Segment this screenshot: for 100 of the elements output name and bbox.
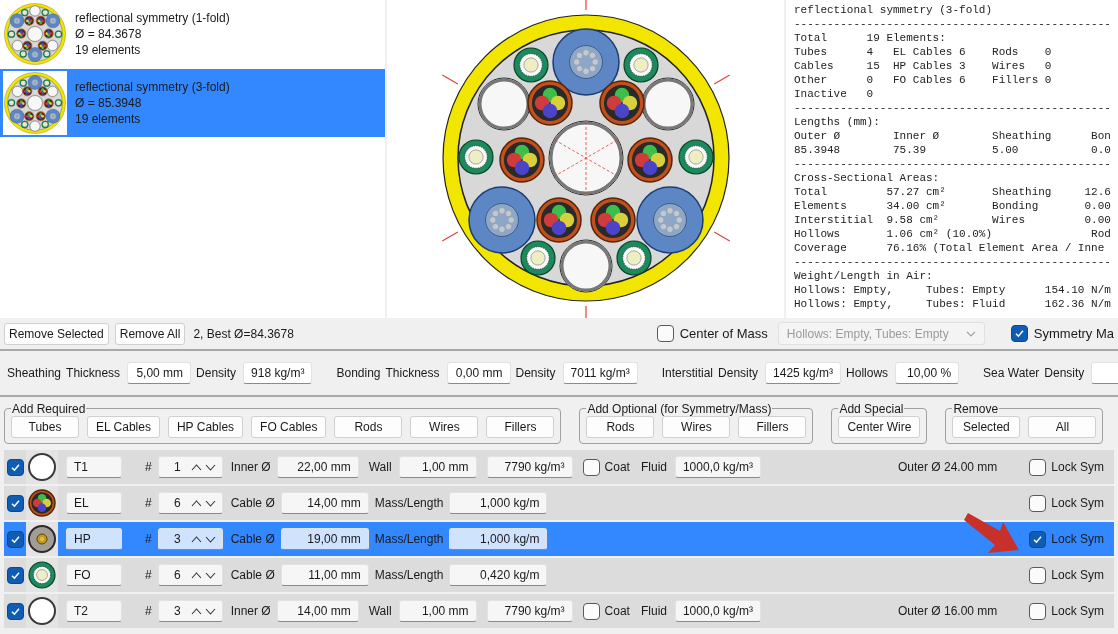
field-label: Mass/Length: [374, 567, 444, 584]
input-field[interactable]: 1425 kg/m³: [765, 362, 842, 384]
field-label: Hollows: [846, 365, 889, 382]
input-field[interactable]: FO: [66, 564, 122, 586]
spinner[interactable]: 3: [157, 600, 223, 622]
solution-element-count: 19 elements: [75, 42, 142, 58]
checkbox[interactable]: [1029, 530, 1047, 548]
field-label: #: [145, 531, 152, 548]
spinner[interactable]: 6: [157, 564, 223, 586]
button[interactable]: Tubes: [11, 415, 79, 438]
report-line: Total 19 Elements:: [794, 31, 947, 45]
input-field[interactable]: 1,00 mm: [398, 456, 477, 478]
button[interactable]: Fillers: [738, 415, 807, 438]
button[interactable]: Selected: [952, 415, 1021, 438]
field-label: Thickness: [66, 365, 121, 382]
input-field[interactable]: T2: [66, 600, 122, 622]
field-label: Mass/Length: [374, 531, 444, 548]
report-line: ------------------------------------------------: [794, 157, 1112, 171]
fiber-cable-icon: [28, 561, 56, 589]
checkbox-label: Center of Mass: [679, 324, 768, 343]
checkbox[interactable]: [6, 530, 24, 548]
button[interactable]: Wires: [410, 415, 479, 438]
field-label: Inner Ø: [230, 603, 271, 620]
status-text: 2, Best Ø=84.3678: [193, 325, 294, 343]
solution-title: reflectional symmetry (1-fold): [75, 10, 230, 26]
check-icon: [9, 533, 21, 545]
checkbox[interactable]: [656, 325, 674, 342]
field-label: Interstitial: [661, 365, 714, 382]
report-line: 85.3948 75.39 5.00 0.0: [794, 143, 1112, 157]
element-row[interactable]: FO # 6 Cable Ø 11,00 mm Mass/Length 0,420 kg/m Lock Sym: [4, 558, 1114, 592]
button[interactable]: Fillers: [486, 415, 555, 438]
outer-diameter-text: Outer Ø 16.00 mm: [897, 603, 998, 620]
spinner[interactable]: 6: [157, 492, 223, 514]
spinner[interactable]: 3: [157, 528, 223, 550]
input-field[interactable]: 1000,0 kg/m³: [675, 600, 761, 622]
input-field[interactable]: 14,00 mm: [280, 492, 369, 514]
report-line: Hollows: Empty, Tubes: Fluid 162.36 N/m: [794, 297, 1112, 311]
input-field[interactable]: 7790 kg/m³: [486, 600, 573, 622]
checkbox[interactable]: [6, 602, 24, 620]
check-icon: [9, 461, 21, 473]
field-label: #: [145, 603, 152, 620]
report-line: Cables 15 HP Cables 3 Wires 0: [794, 59, 1053, 73]
button[interactable]: FO Cables: [251, 415, 327, 438]
checkbox[interactable]: [1029, 494, 1047, 512]
button[interactable]: EL Cables: [87, 415, 160, 438]
checkbox[interactable]: [1010, 325, 1028, 342]
input-field[interactable]: 918 kg/m³: [243, 362, 313, 384]
checkbox[interactable]: [1029, 566, 1047, 584]
checkbox[interactable]: [1029, 602, 1047, 620]
input-field[interactable]: HP: [66, 528, 122, 550]
button[interactable]: Rods: [586, 415, 655, 438]
input-field[interactable]: 1,00 mm: [398, 600, 477, 622]
input-field[interactable]: 10,00 %: [895, 362, 960, 384]
list-item[interactable]: reflectional symmetry (3-fold) Ø = 85.3948 19 elements: [0, 69, 385, 137]
checkbox-label: Symmetry Ma: [1033, 324, 1114, 343]
spinner[interactable]: 1: [157, 456, 223, 478]
element-row[interactable]: T1 # 1 Inner Ø 22,00 mm Wall 1,00 mm 7790 kg/m³ Coat Fluid 1000,0 kg/m³ Outer Ø 24.00 mm Lock Sym: [4, 450, 1114, 484]
input-field[interactable]: 14,00 mm: [276, 600, 359, 622]
checkbox[interactable]: [6, 458, 24, 476]
button[interactable]: Remove Selected: [4, 322, 109, 345]
input-field[interactable]: T1: [66, 456, 122, 478]
solution-element-count: 19 elements: [75, 111, 142, 127]
input-field[interactable]: EL: [66, 492, 122, 514]
checkbox-label: Lock Sym: [1051, 603, 1104, 620]
tube-icon: [28, 597, 56, 625]
checkbox[interactable]: [582, 458, 600, 476]
button[interactable]: Center Wire: [838, 415, 921, 438]
element-row[interactable]: HP # 3 Cable Ø 19,00 mm Mass/Length 1,000 kg/m Lock Sym: [4, 522, 1114, 556]
button[interactable]: HP Cables: [167, 415, 244, 438]
input-field[interactable]: 0,420 kg/m: [449, 564, 548, 586]
solution-title: reflectional symmetry (3-fold): [75, 79, 230, 95]
input-field[interactable]: 5,00 mm: [127, 362, 192, 384]
solution-diameter: Ø = 85.3948: [75, 95, 143, 111]
checkbox[interactable]: [6, 494, 24, 512]
field-label: Fluid: [640, 459, 667, 476]
checkbox[interactable]: [582, 602, 600, 620]
checkbox[interactable]: [1029, 458, 1047, 476]
element-row[interactable]: EL # 6 Cable Ø 14,00 mm Mass/Length 1,000 kg/m Lock Sym: [4, 486, 1114, 520]
input-field[interactable]: 0,00 mm: [446, 362, 511, 384]
button[interactable]: Rods: [334, 415, 403, 438]
field-label: Density: [1044, 365, 1085, 382]
input-field[interactable]: 11,00 mm: [280, 564, 369, 586]
button[interactable]: Wires: [662, 415, 731, 438]
report-line: ------------------------------------------------: [794, 17, 1112, 31]
button[interactable]: Remove All: [114, 322, 186, 345]
input-field[interactable]: 1,000 kg/m: [449, 492, 548, 514]
input-field[interactable]: 7011 kg/m³: [562, 362, 638, 384]
input-field[interactable]: 1000,0 kg/m³: [675, 456, 761, 478]
input-field[interactable]: 7790 kg/m³: [486, 456, 573, 478]
input-field[interactable]: 1,000 kg/m: [449, 528, 548, 550]
report-line: Coverage 76.16% (Total Element Area / Inne: [794, 241, 1106, 255]
cable-icon: [28, 489, 56, 517]
checkbox[interactable]: [6, 566, 24, 584]
report-line: Elements 34.00 cm² Bonding 0.00: [794, 199, 1112, 213]
button[interactable]: All: [1028, 415, 1097, 438]
group-label: Add Required: [11, 401, 87, 416]
input-field[interactable]: 22,00 mm: [276, 456, 359, 478]
element-row[interactable]: T2 # 3 Inner Ø 14,00 mm Wall 1,00 mm 7790 kg/m³ Coat Fluid 1000,0 kg/m³ Outer Ø 16.00 mm Lock Sym: [4, 594, 1114, 628]
report-line: Weight/Length in Air:: [794, 269, 934, 283]
input-field[interactable]: 19,00 mm: [280, 528, 369, 550]
